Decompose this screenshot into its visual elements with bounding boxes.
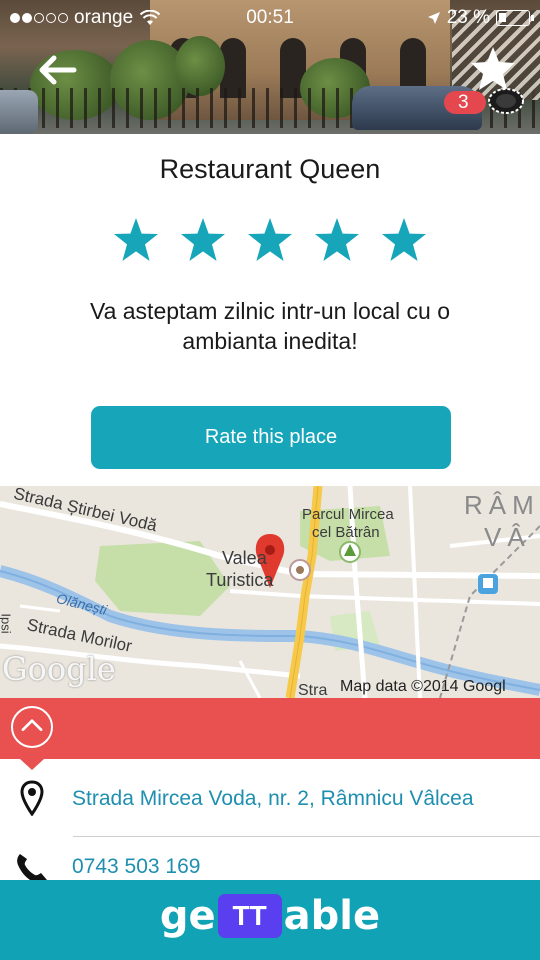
brand-tt-mark: TT bbox=[217, 894, 282, 938]
map-place-label: Valea bbox=[222, 548, 267, 568]
map-pin-icon bbox=[20, 780, 44, 816]
brand-text-right: able bbox=[283, 893, 381, 939]
coin-chip-icon[interactable] bbox=[486, 85, 526, 117]
location-map[interactable]: Strada Știrbei Vodă Valea Turistica Parc… bbox=[0, 486, 540, 698]
star-icon bbox=[315, 218, 359, 261]
panel-pointer bbox=[20, 759, 44, 770]
star-icon bbox=[248, 218, 292, 261]
phone-link[interactable]: 0743 503 169 bbox=[72, 855, 200, 879]
rating-stars bbox=[112, 216, 428, 266]
divider bbox=[73, 836, 540, 837]
star-icon bbox=[382, 218, 426, 261]
favorites-count-badge: 3 bbox=[444, 91, 486, 114]
restaurant-description: Va asteptam zilnic intr-un local cu o am… bbox=[89, 298, 451, 354]
map-street-label: Stra bbox=[298, 682, 328, 698]
back-arrow-icon[interactable] bbox=[34, 50, 78, 90]
chevron-up-icon[interactable] bbox=[11, 706, 53, 748]
gettable-logo[interactable]: ge TT able bbox=[0, 893, 540, 939]
address-link[interactable]: Strada Mircea Voda, nr. 2, Râmnicu Vâlce… bbox=[72, 787, 474, 811]
google-logo: Google bbox=[2, 650, 116, 688]
location-arrow-icon bbox=[427, 12, 440, 24]
brand-text-left: ge bbox=[159, 893, 216, 939]
map-street-label: Ipsi bbox=[0, 613, 14, 634]
map-place-label: Turistica bbox=[206, 570, 274, 590]
phone-row[interactable]: 0743 503 169 bbox=[0, 848, 540, 880]
restaurant-name: Restaurant Queen bbox=[159, 154, 381, 184]
phone-icon bbox=[17, 854, 47, 880]
star-icon bbox=[181, 218, 225, 261]
map-park-label: Parcul Mircea bbox=[302, 506, 394, 523]
rate-place-button[interactable]: Rate this place bbox=[91, 406, 451, 469]
battery-percent: 23 % bbox=[446, 7, 490, 28]
battery-icon bbox=[496, 10, 534, 26]
map-district-label: VÂ bbox=[484, 522, 531, 552]
info-panel-header bbox=[0, 698, 540, 759]
address-row[interactable]: Strada Mircea Voda, nr. 2, Râmnicu Vâlce… bbox=[0, 780, 540, 820]
star-icon bbox=[114, 218, 158, 261]
map-attribution: Map data ©2014 Googl bbox=[340, 678, 506, 695]
status-bar: orange 00:51 23 % bbox=[0, 0, 540, 36]
footer-bar: ge TT able bbox=[0, 880, 540, 960]
map-park-label: cel Bătrân bbox=[312, 524, 380, 541]
map-district-label: RÂM bbox=[464, 490, 540, 520]
